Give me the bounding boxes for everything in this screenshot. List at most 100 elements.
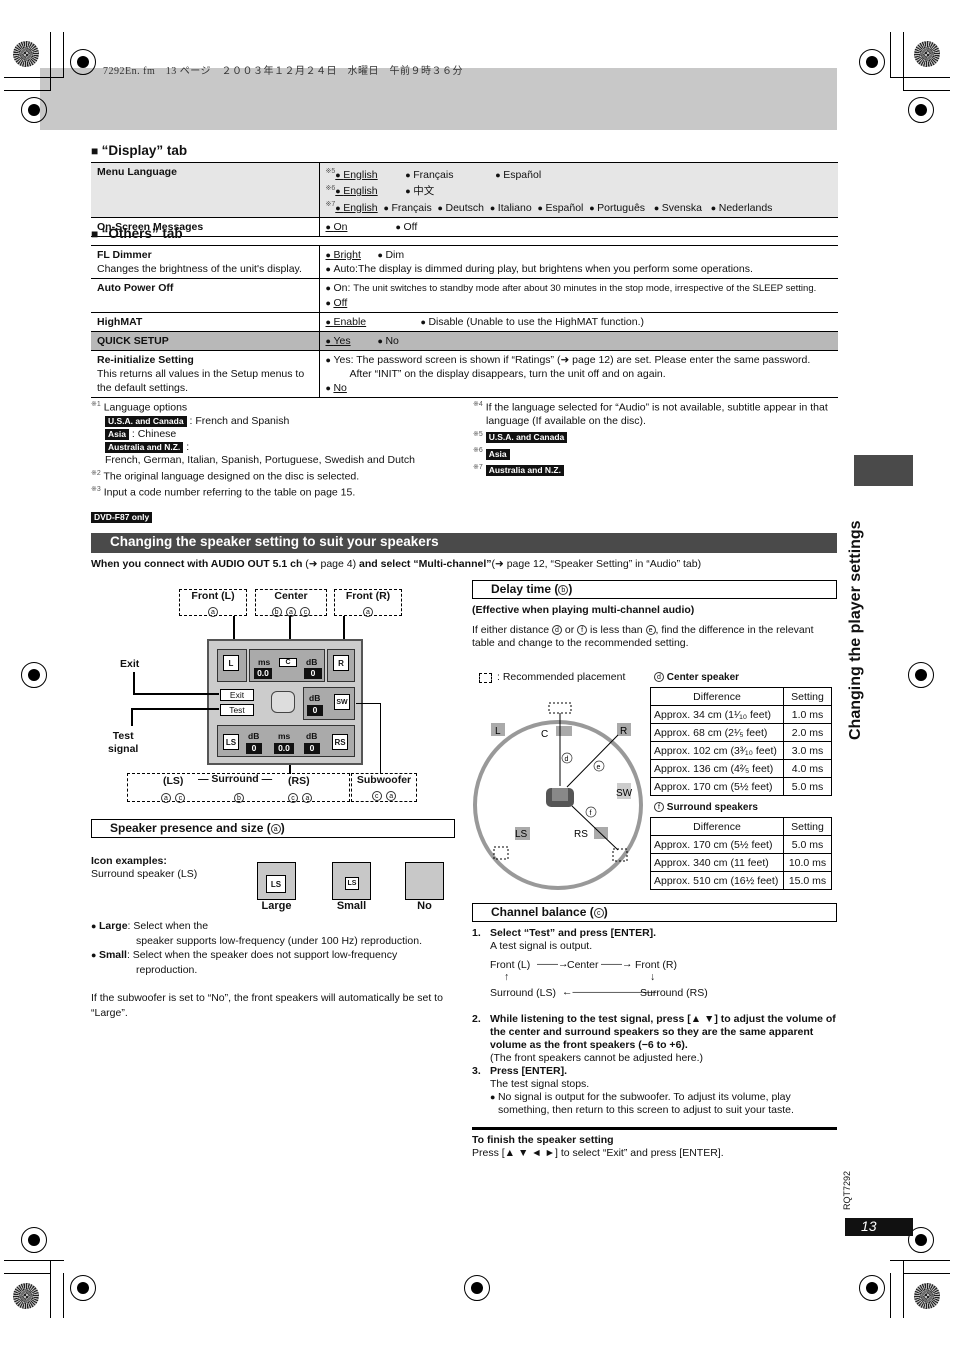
display-settings-table: Menu Language ※5EnglishFrançaisEspañol ※… [91,162,838,237]
document-code: RQT7292 [842,1170,852,1210]
subwoofer-callout: Subwoofer c a [351,773,417,802]
center-delay-readout: 0.0 [254,668,272,679]
option-disable[interactable]: Disable (Unable to use the HighMAT funct… [421,315,644,329]
table-row: Approx. 170 cm (5½ feet) 5.0 ms [650,777,832,796]
rs-level-readout: 0 [304,743,320,754]
center-recommended [548,702,572,714]
speaker-ls-icon[interactable]: LS [223,734,239,750]
option-no[interactable]: No [378,334,398,348]
room-label-sw: SW [616,788,633,799]
room-label-l: L [495,726,501,737]
color-bar-rosette-icon [914,41,940,67]
room-label-r: R [620,726,627,737]
option-no[interactable]: No [333,382,346,394]
crop-mark [890,32,891,77]
registration-mark-icon [859,1275,885,1301]
speaker-r-icon[interactable]: R [333,655,349,671]
room-label-rs: RS [574,829,588,840]
crop-mark [890,1273,891,1318]
option-bright[interactable]: Bright [326,248,378,262]
option-svenska[interactable]: Svenska [654,201,702,215]
reinit-desc: This returns all values in the Setup men… [97,368,305,394]
option-espanol[interactable]: Español [538,201,583,215]
section-intro: When you connect with AUDIO OUT 5.1 ch (… [91,558,702,570]
region-badge: Asia [485,448,510,460]
small-speaker-icon: LS [332,862,371,900]
center-level-readout: 0 [304,668,322,679]
table-row: Approx. 34 cm (1¹⁄₁₀ feet) 1.0 ms [650,705,832,724]
others-tab-heading: “Others” tab [91,226,183,241]
front-left-callout: Front (L) a [179,589,247,617]
exit-button[interactable]: Exit [220,689,254,701]
speaker-c-icon[interactable]: C [279,658,297,667]
option-chinese[interactable]: 中文 [405,184,434,198]
option-english[interactable]: English [335,168,405,182]
table-row: Approx. 170 cm (5½ feet) 5.0 ms [650,835,832,854]
option-dim[interactable]: Dim [378,248,404,262]
no-speaker-icon [405,862,444,900]
footnotes-left: ※1 Language options U.S.A. and Canada : … [91,401,415,499]
speaker-sw-icon[interactable]: SW [334,694,350,710]
table-row: On-Screen Messages OnOff [91,216,838,237]
option-francais[interactable]: Français [405,168,495,182]
large-speaker-icon: LS [257,862,296,900]
option-yes[interactable]: Yes [326,334,378,348]
option-italiano[interactable]: Italiano [490,201,532,215]
option-english[interactable]: English [335,184,405,198]
registration-mark-icon [70,1275,96,1301]
option-portugues[interactable]: Português [589,201,645,215]
registration-mark-icon [21,662,47,688]
option-auto[interactable]: Auto:The display is dimmed during play, … [326,262,833,276]
distance-d-mark: d [565,756,569,763]
crop-mark [50,32,51,90]
surround-delay-table: Difference Setting Approx. 170 cm (5½ fee… [650,817,832,890]
region-badge: Australia and N.Z. [105,441,184,453]
crop-mark [63,32,64,77]
region-badge: U.S.A. and Canada [485,432,568,443]
channel-balance-steps: 1. Select “Test” and press [ENTER]. A test… [472,927,838,1117]
table-row: FL Dimmer Changes the brightness of the u… [91,245,838,279]
finish-instructions: To finish the speaker setting Press [▲ ▼ … [472,1134,724,1159]
test-signal-flow: Front (L) ——→ Center ——→ Front (R) ↑ ↓ S… [490,958,708,999]
registration-mark-icon [70,49,96,75]
table-row: Approx. 340 cm (11 feet) 10.0 ms [650,853,832,872]
center-panel: ms C dB 0.0 0 [249,649,325,682]
crop-mark [4,90,51,91]
option-on[interactable]: On [326,220,396,234]
option-francais[interactable]: Français [384,201,431,215]
option-nederlands[interactable]: Nederlands [711,201,773,215]
quick-setup-label: QUICK SETUP [91,331,320,351]
speaker-size-descriptions: Large: Select when the speaker supports … [91,919,456,1020]
crop-mark [63,1273,64,1318]
table-row: Approx. 510 cm (16½ feet) 15.0 ms [650,871,832,890]
exit-callout-label: Exit [120,658,140,670]
speaker-presence-heading: Speaker presence and size (a) [91,819,455,838]
option-deutsch[interactable]: Deutsch [438,201,484,215]
option-espanol[interactable]: Español [495,168,541,182]
crop-mark [903,1273,950,1274]
crop-mark [4,1260,64,1261]
registration-mark-icon [21,97,47,123]
option-yes[interactable]: Yes: [333,354,353,366]
test-signal-callout-label: Test signal [108,730,139,755]
fl-dimmer-label: FL Dimmer [97,249,152,261]
delay-time-description: If either distance d or f is less than e… [472,624,814,649]
speaker-l-icon[interactable]: L [223,655,239,671]
auto-power-off-label: Auto Power Off [91,278,320,313]
region-badge: U.S.A. and Canada [105,415,187,427]
crop-mark [4,1273,51,1274]
crop-mark [903,90,950,91]
option-on[interactable]: On: [333,282,350,294]
speaker-rs-icon[interactable]: RS [332,734,348,750]
surround-delay-readout: 0.0 [274,743,294,754]
header-band [40,68,837,130]
crop-mark [890,77,950,78]
option-enable[interactable]: Enable [326,315,421,329]
fl-dimmer-desc: Changes the brightness of the unit's dis… [97,263,302,275]
option-off[interactable]: Off [396,220,417,234]
option-off[interactable]: Off [333,297,347,309]
option-english[interactable]: English [335,201,377,215]
subwoofer-panel: dB 0 SW [303,687,355,720]
table-row: HighMAT EnableDisable (Unable to use the… [91,312,838,332]
test-button[interactable]: Test [220,704,254,716]
